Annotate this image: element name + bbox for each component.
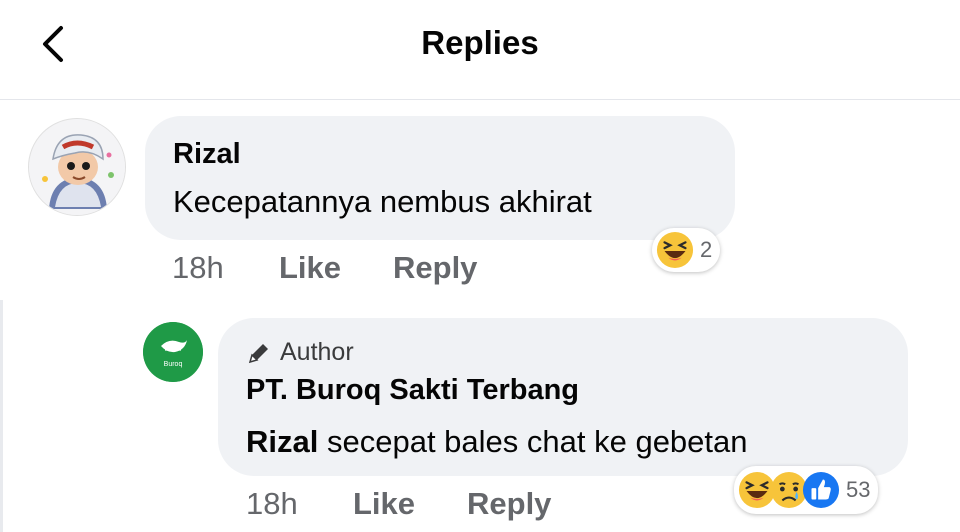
- pencil-icon: [248, 343, 268, 363]
- cartoon-avatar-icon: [29, 119, 125, 215]
- comment-like-button[interactable]: Like: [279, 250, 341, 286]
- reply-message: secepat bales chat ke gebetan: [326, 424, 748, 459]
- reply-author[interactable]: PT. Buroq Sakti Terbang: [246, 374, 579, 407]
- page-title: Replies: [421, 24, 539, 61]
- comment-reactions[interactable]: 2: [652, 228, 721, 272]
- thread-line: [0, 300, 3, 532]
- comment-text: Kecepatannya nembus akhirat: [173, 184, 592, 219]
- comment-bubble: [145, 116, 735, 240]
- reply-reaction-count: 53: [846, 477, 871, 502]
- like-thumb-icon: [802, 471, 840, 509]
- comment-author[interactable]: Rizal: [173, 138, 241, 171]
- reply-reply-button[interactable]: Reply: [467, 486, 551, 522]
- comment-reaction-count: 2: [700, 237, 713, 262]
- comment-reply-button[interactable]: Reply: [393, 250, 477, 286]
- header-bar: Replies: [0, 0, 960, 100]
- reply-time: 18h: [246, 486, 298, 521]
- buroq-logo-icon: Buroq: [143, 322, 203, 382]
- avatar-buroq[interactable]: Buroq: [143, 322, 203, 382]
- reply-mention[interactable]: Rizal: [246, 424, 318, 459]
- reply-reactions[interactable]: 53: [734, 466, 879, 514]
- haha-emoji-icon: [656, 231, 694, 269]
- author-badge-label: Author: [280, 338, 354, 366]
- buroq-logo-text: Buroq: [164, 361, 183, 368]
- author-badge: Author: [246, 338, 354, 367]
- reply-text: Rizal secepat bales chat ke gebetan: [246, 424, 748, 460]
- avatar-rizal[interactable]: [28, 118, 126, 216]
- reply-like-button[interactable]: Like: [353, 486, 415, 522]
- comment-time: 18h: [172, 250, 224, 285]
